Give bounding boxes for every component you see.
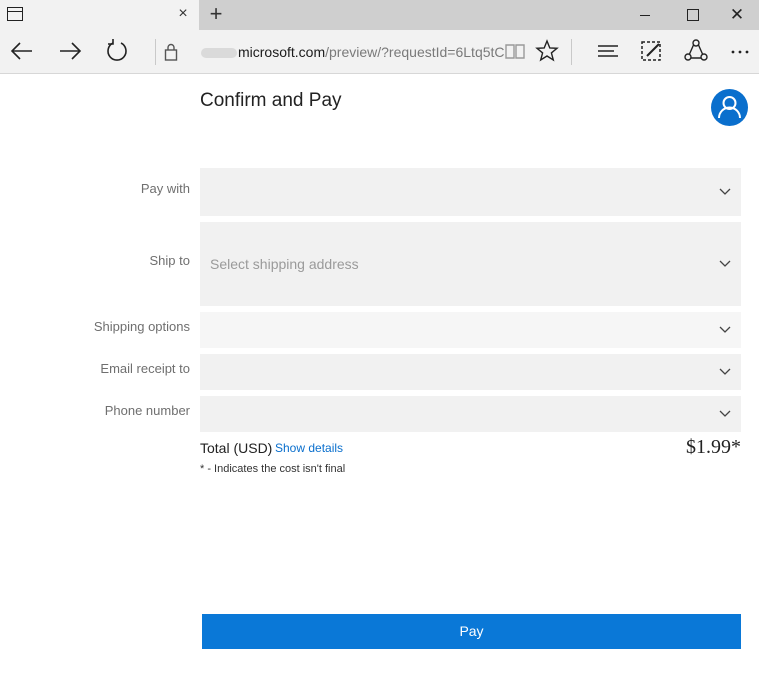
toolbar-separator bbox=[571, 39, 572, 65]
address-bar[interactable]: microsoft.com/preview/?requestId=6Ltq5tC bbox=[164, 37, 505, 67]
chevron-down-icon bbox=[719, 260, 731, 267]
favorite-button[interactable] bbox=[532, 36, 562, 66]
redacted-url-part bbox=[201, 48, 237, 59]
tab-close-button[interactable]: × bbox=[175, 5, 191, 23]
refresh-icon bbox=[107, 39, 127, 61]
web-note-button[interactable] bbox=[637, 36, 667, 66]
new-tab-button[interactable]: + bbox=[205, 3, 227, 25]
page-title: Confirm and Pay bbox=[200, 90, 342, 111]
phone-number-label: Phone number bbox=[104, 403, 190, 418]
maximize-button[interactable] bbox=[668, 0, 714, 30]
more-icon bbox=[731, 50, 749, 54]
reading-view-icon bbox=[505, 44, 525, 59]
total-price: $1.99* bbox=[686, 436, 741, 458]
ship-to-placeholder: Select shipping address bbox=[210, 256, 359, 272]
url-host: microsoft.com bbox=[238, 44, 326, 60]
forward-button[interactable] bbox=[55, 36, 85, 66]
chevron-down-icon bbox=[719, 368, 731, 375]
tab-page-icon bbox=[7, 7, 23, 21]
share-icon bbox=[684, 39, 708, 61]
tab-strip: × + ✕ bbox=[0, 0, 759, 30]
favorite-star-icon bbox=[535, 39, 559, 62]
chevron-down-icon bbox=[719, 188, 731, 195]
email-receipt-select[interactable] bbox=[200, 354, 741, 390]
chevron-down-icon bbox=[719, 410, 731, 417]
share-button[interactable] bbox=[681, 36, 711, 66]
ship-to-label: Ship to bbox=[149, 253, 190, 268]
back-button[interactable] bbox=[7, 36, 37, 66]
hub-button[interactable] bbox=[593, 36, 623, 66]
navigation-bar: microsoft.com/preview/?requestId=6Ltq5tC bbox=[0, 30, 759, 74]
refresh-button[interactable] bbox=[102, 36, 132, 66]
forward-arrow-icon bbox=[60, 42, 82, 60]
total-label: Total (USD) bbox=[200, 440, 273, 456]
account-avatar[interactable] bbox=[711, 89, 748, 126]
minimize-button[interactable] bbox=[622, 0, 668, 30]
more-button[interactable] bbox=[725, 36, 755, 66]
phone-number-select[interactable] bbox=[200, 396, 741, 432]
reading-view-button[interactable] bbox=[500, 36, 530, 66]
web-note-icon bbox=[641, 41, 661, 61]
ship-to-select[interactable]: Select shipping address bbox=[200, 222, 741, 306]
lock-icon bbox=[164, 43, 178, 61]
shipping-options-select[interactable] bbox=[200, 312, 741, 348]
hub-icon bbox=[598, 45, 618, 57]
show-details-link[interactable]: Show details bbox=[275, 441, 343, 455]
user-icon bbox=[718, 96, 741, 119]
pay-with-label: Pay with bbox=[140, 181, 190, 196]
url-text: microsoft.com/preview/?requestId=6Ltq5tC bbox=[201, 44, 505, 60]
pay-button[interactable]: Pay bbox=[202, 614, 741, 649]
pay-with-select[interactable] bbox=[200, 168, 741, 216]
chevron-down-icon bbox=[719, 326, 731, 333]
email-receipt-label: Email receipt to bbox=[100, 361, 190, 376]
cost-note: * - Indicates the cost isn't final bbox=[200, 463, 346, 475]
window-close-button[interactable]: ✕ bbox=[714, 0, 759, 30]
shipping-options-label: Shipping options bbox=[93, 319, 190, 334]
url-path: /preview/?requestId=6Ltq5tC bbox=[325, 44, 505, 60]
back-arrow-icon bbox=[10, 42, 32, 60]
toolbar-separator bbox=[155, 39, 156, 65]
browser-tab[interactable]: × bbox=[0, 0, 199, 30]
